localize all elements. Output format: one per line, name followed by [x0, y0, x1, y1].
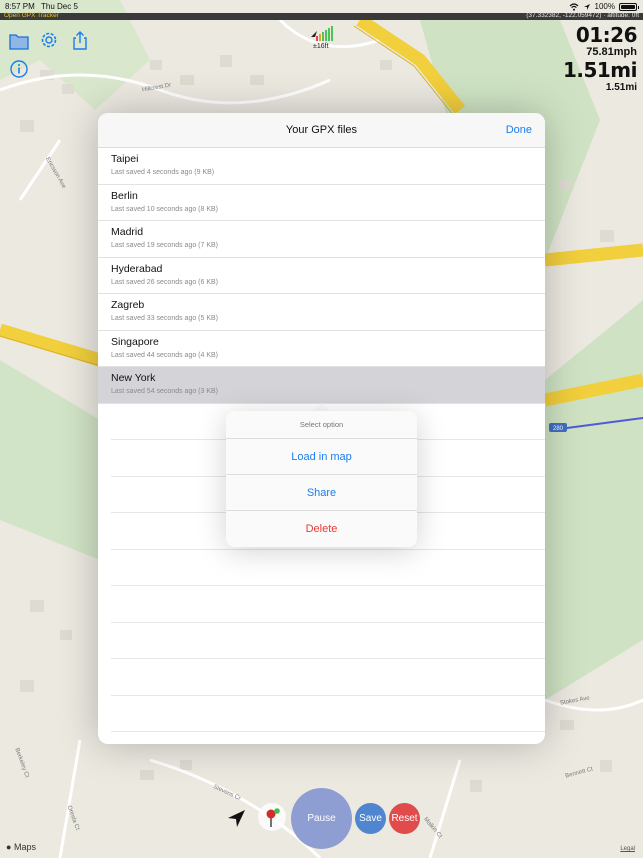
highway-shield: 280 [553, 426, 564, 432]
file-name: New York [111, 372, 156, 384]
gear-icon[interactable] [38, 29, 60, 51]
file-name: Hyderabad [111, 262, 163, 275]
file-name: Berlin [111, 189, 138, 202]
add-pin-button[interactable] [258, 803, 286, 831]
share-button[interactable]: Share [226, 475, 417, 511]
follow-location-button[interactable] [224, 806, 250, 832]
empty-row [111, 586, 545, 623]
file-name: Singapore [111, 335, 159, 348]
done-button[interactable]: Done [506, 124, 532, 136]
empty-row [111, 550, 545, 586]
file-row[interactable]: Madrid Last saved 19 seconds ago (7 KB) [98, 221, 545, 258]
file-row[interactable]: Zagreb Last saved 33 seconds ago (5 KB) [98, 294, 545, 331]
segment-distance: 1.51mi [605, 82, 637, 93]
file-saved-info: Last saved 26 seconds ago (6 KB) [111, 278, 219, 286]
save-button[interactable]: Save [355, 803, 386, 834]
tracking-stats: 01:26 75.81mph 1.51mi 1.51mi [562, 23, 638, 95]
reset-button[interactable]: Reset [389, 803, 420, 834]
file-row[interactable]: Taipei Last saved 4 seconds ago (9 KB) [98, 148, 545, 185]
apple-logo-icon: ● [6, 842, 12, 852]
status-indicators: 100% [569, 2, 639, 11]
modal-header: Your GPX files Done [98, 113, 545, 148]
folder-icon[interactable] [8, 30, 30, 52]
legal-link[interactable]: Legal [620, 846, 635, 852]
maps-attribution: ● Maps [6, 842, 36, 852]
gps-signal-icon [311, 26, 333, 41]
app-name: Open GPX Tracker [4, 12, 59, 19]
file-saved-info: Last saved 54 seconds ago (3 KB) [111, 388, 219, 395]
wifi-icon [569, 2, 578, 11]
status-date: Thu Dec 5 [41, 2, 78, 11]
modal-title: Your GPX files [285, 124, 358, 136]
empty-row [111, 696, 545, 732]
total-distance: 1.51mi [562, 58, 638, 82]
elapsed-timer: 01:26 [575, 23, 638, 47]
pause-button[interactable]: Pause [291, 788, 352, 849]
battery-icon [619, 2, 639, 11]
coordinates-readout: (37.332382, -122.059472) · altitude: 0ft [526, 12, 639, 19]
info-icon[interactable] [8, 58, 30, 80]
file-row[interactable]: Singapore Last saved 44 seconds ago (4 K… [98, 331, 545, 367]
file-saved-info: Last saved 33 seconds ago (5 KB) [111, 315, 219, 322]
battery-percent: 100% [594, 2, 615, 11]
location-arrow-icon [583, 3, 590, 10]
file-name: Zagreb [111, 299, 145, 311]
maps-attribution-text: Maps [13, 842, 36, 852]
file-name: Taipei [111, 153, 139, 165]
map-pin-icon [266, 808, 280, 827]
select-option-popover: Select option Load in map Share Delete [226, 411, 417, 547]
file-saved-info: Last saved 19 seconds ago (7 KB) [111, 242, 219, 249]
file-saved-info: Last saved 4 seconds ago (9 KB) [111, 169, 215, 176]
file-row[interactable]: Hyderabad Last saved 26 seconds ago (6 K… [98, 258, 545, 294]
delete-button[interactable]: Delete [226, 511, 417, 547]
file-saved-info: Last saved 44 seconds ago (4 KB) [111, 351, 219, 359]
file-saved-info: Last saved 10 seconds ago (8 KB) [111, 205, 219, 213]
status-time: 8:57 PM [5, 2, 35, 11]
file-row-selected[interactable]: New York Last saved 54 seconds ago (3 KB… [98, 367, 545, 404]
load-in-map-button[interactable]: Load in map [226, 439, 417, 475]
popover-title: Select option [226, 411, 417, 439]
file-name: Madrid [111, 226, 144, 238]
empty-row [111, 659, 545, 696]
empty-row [111, 623, 545, 659]
gps-accuracy: ±16ft [313, 43, 329, 50]
app-info-strip: Open GPX Tracker (37.332382, -122.059472… [0, 12, 643, 20]
file-row[interactable]: Berlin Last saved 10 seconds ago (8 KB) [98, 185, 545, 221]
share-icon[interactable] [69, 29, 91, 51]
